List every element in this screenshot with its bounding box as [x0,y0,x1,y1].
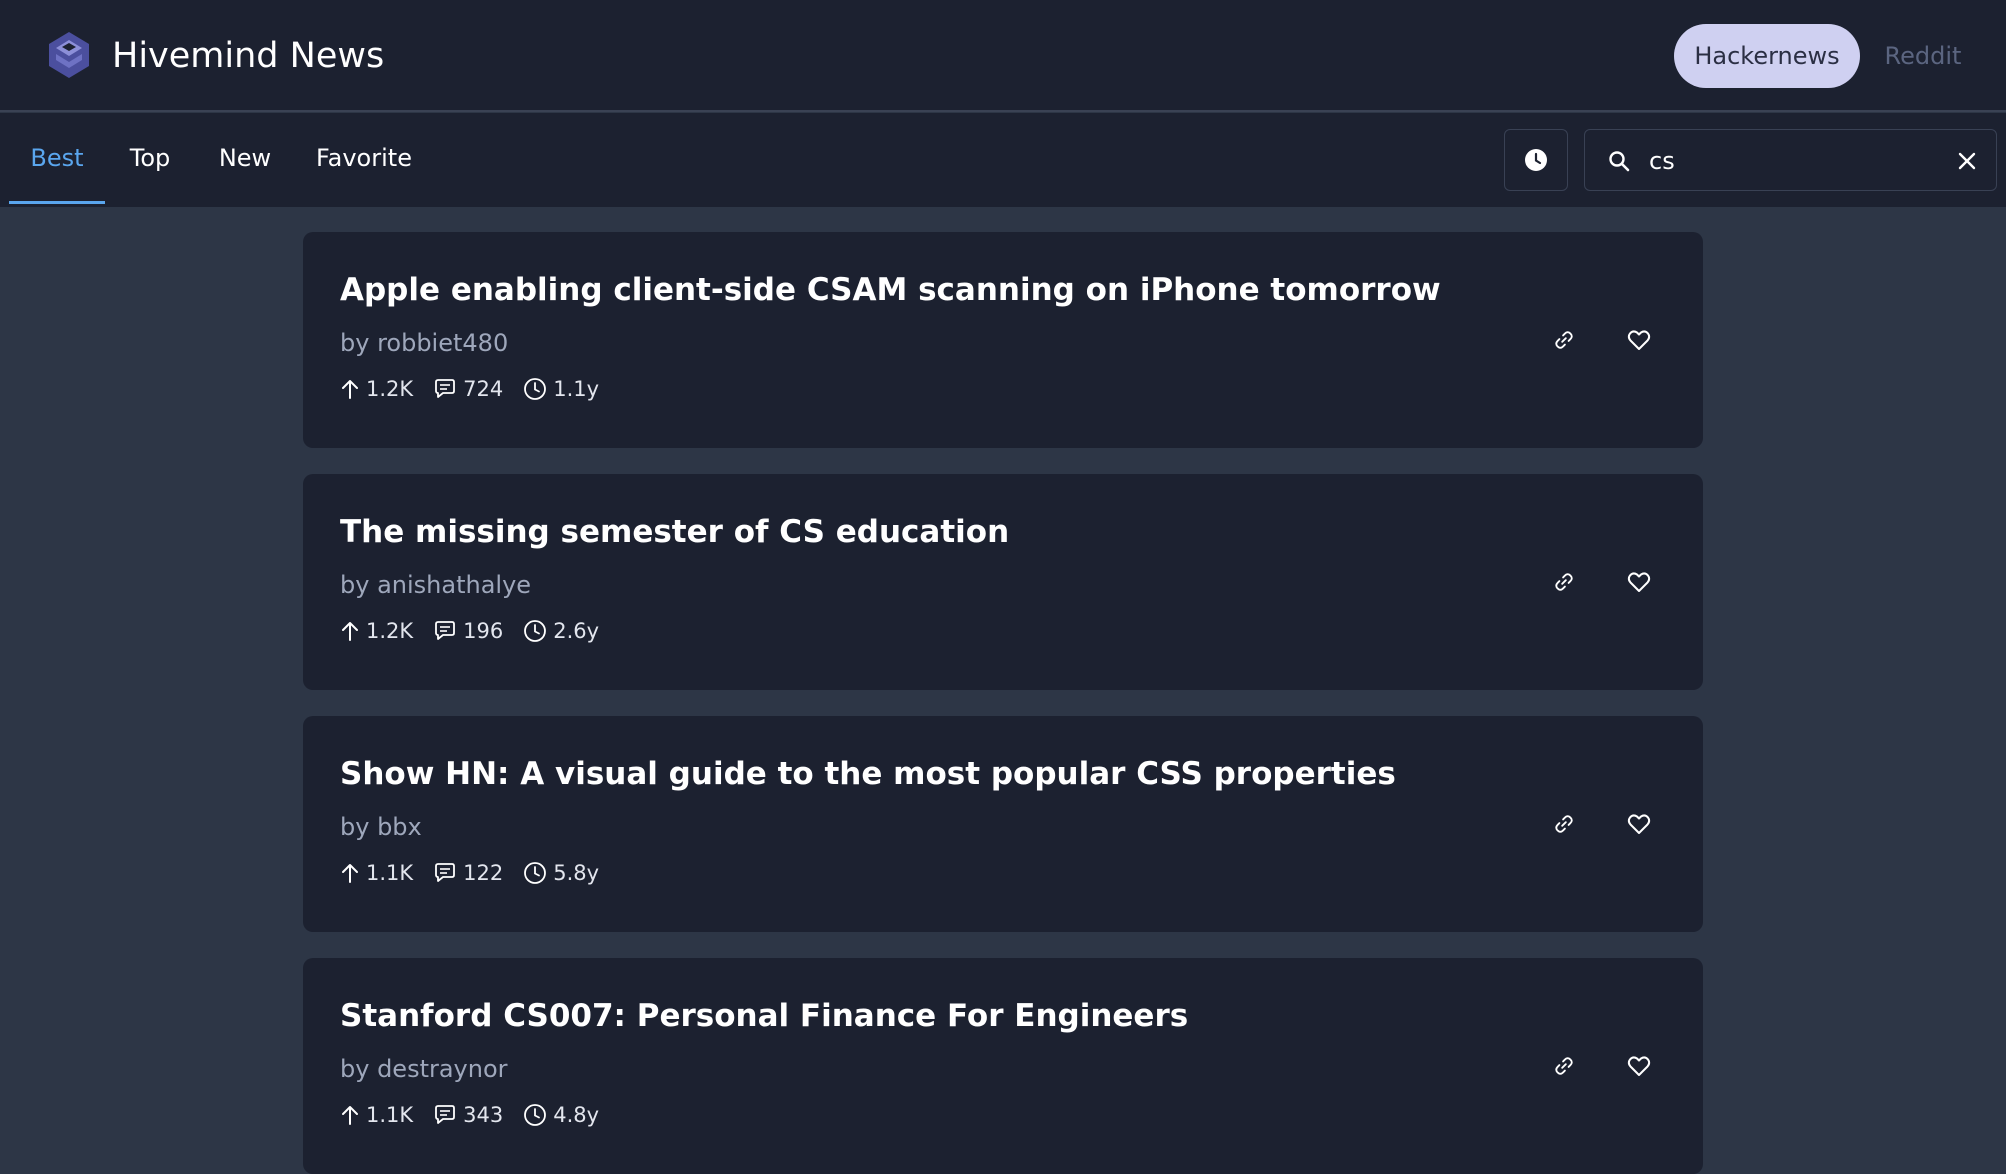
comment-icon [435,621,456,640]
story-card[interactable]: The missing semester of CS education by … [303,474,1703,690]
story-author: by destraynor [340,1055,508,1083]
story-author: by anishathalye [340,571,532,599]
comment-icon [435,863,456,882]
hivemind-logo-icon [49,32,89,78]
points-count: 1.1K [366,861,414,885]
open-link-button[interactable] [1544,1046,1584,1086]
search-icon [1609,151,1630,172]
favorite-button[interactable] [1619,804,1659,844]
heart-icon [1627,330,1651,350]
search-input[interactable] [1647,140,1927,182]
story-title[interactable]: Stanford CS007: Personal Finance For Eng… [340,994,1188,1038]
clock-outline-icon [524,862,547,884]
story-author: by bbx [340,813,422,841]
heart-icon [1627,814,1651,834]
source-reddit-button[interactable]: Reddit [1870,24,1976,88]
open-link-button[interactable] [1544,320,1584,360]
open-link-button[interactable] [1544,562,1584,602]
age-stat: 1.1y [523,377,599,401]
favorite-button[interactable] [1619,1046,1659,1086]
open-link-button[interactable] [1544,804,1584,844]
heart-icon [1627,572,1651,592]
active-tab-indicator [9,201,105,204]
story-meta: 1.2K 196 2.6y [340,616,619,646]
comments-stat: 724 [433,377,503,401]
story-age: 1.1y [553,377,600,401]
points-count: 1.1K [366,1103,414,1127]
points-stat: 1.1K [340,861,413,885]
story-meta: 1.1K 343 4.8y [340,1100,619,1130]
story-age: 5.8y [553,861,600,885]
story-title[interactable]: Apple enabling client-side CSAM scanning… [340,268,1441,312]
comment-icon [435,379,456,398]
tab-top[interactable]: Top [120,113,180,207]
clock-icon [1525,149,1547,171]
arrow-up-icon [342,380,358,399]
history-button[interactable] [1504,129,1568,191]
story-card[interactable]: Show HN: A visual guide to the most popu… [303,716,1703,932]
points-stat: 1.2K [340,377,413,401]
tab-new[interactable]: New [212,113,278,207]
story-age: 2.6y [553,619,600,643]
clock-outline-icon [524,378,547,400]
tab-best[interactable]: Best [9,113,105,207]
story-age: 4.8y [553,1103,600,1127]
comments-count: 122 [463,861,504,885]
story-title[interactable]: Show HN: A visual guide to the most popu… [340,752,1396,796]
link-icon [1555,573,1573,591]
comments-count: 196 [463,619,504,643]
link-icon [1555,1057,1573,1075]
link-icon [1555,815,1573,833]
comments-count: 343 [463,1103,504,1127]
comments-stat: 122 [433,861,503,885]
story-title[interactable]: The missing semester of CS education [340,510,1009,554]
story-author: by robbiet480 [340,329,509,357]
age-stat: 4.8y [523,1103,599,1127]
arrow-up-icon [342,622,358,641]
age-stat: 2.6y [523,619,599,643]
close-icon[interactable] [1955,149,1979,173]
toolbar: Best Top New Favorite [0,113,2006,207]
link-icon [1555,331,1573,349]
favorite-button[interactable] [1619,320,1659,360]
favorite-button[interactable] [1619,562,1659,602]
points-count: 1.2K [366,619,414,643]
arrow-up-icon [342,864,358,883]
clock-outline-icon [524,620,547,642]
story-card[interactable]: Apple enabling client-side CSAM scanning… [303,232,1703,448]
points-stat: 1.1K [340,1103,413,1127]
comments-stat: 196 [433,619,503,643]
age-stat: 5.8y [523,861,599,885]
arrow-up-icon [342,1106,358,1125]
comment-icon [435,1105,456,1124]
comments-count: 724 [463,377,504,401]
heart-icon [1627,1056,1651,1076]
story-card[interactable]: Stanford CS007: Personal Finance For Eng… [303,958,1703,1174]
comments-stat: 343 [433,1103,503,1127]
points-count: 1.2K [366,377,414,401]
points-stat: 1.2K [340,619,413,643]
tab-favorite[interactable]: Favorite [314,113,414,207]
source-hackernews-button[interactable]: Hackernews [1674,24,1860,88]
clock-outline-icon [524,1104,547,1126]
story-meta: 1.2K 724 1.1y [340,374,619,404]
app-header: Hivemind News Hackernews Reddit [0,0,2006,112]
search-box[interactable] [1584,129,1997,191]
story-meta: 1.1K 122 5.8y [340,858,619,888]
app-title: Hivemind News [112,36,385,76]
